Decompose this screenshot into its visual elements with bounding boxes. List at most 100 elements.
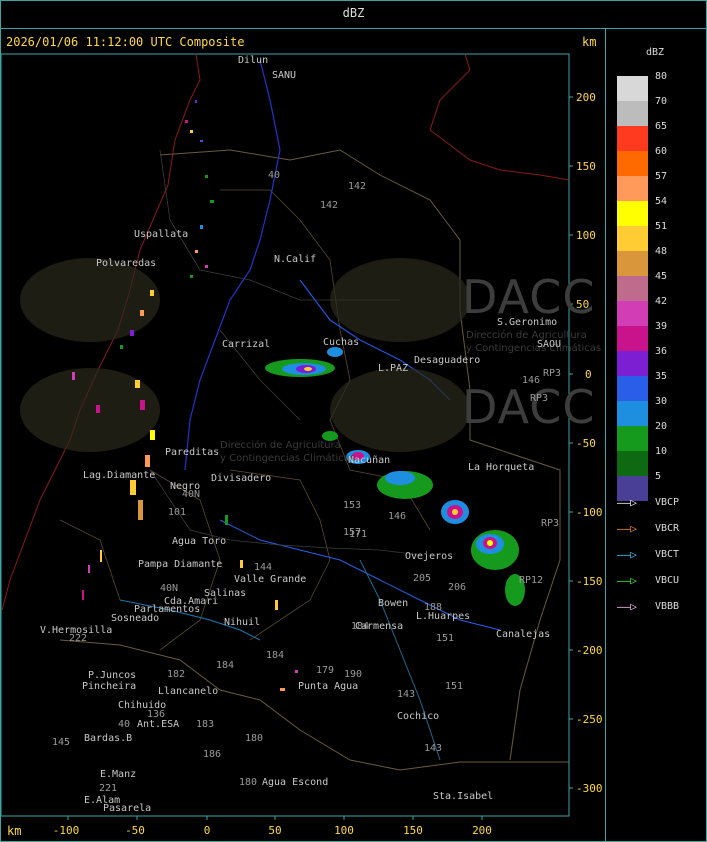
route-number: 40N: [160, 583, 179, 594]
province-border-ne: [429, 53, 570, 181]
x-tick-label: 50: [268, 824, 282, 837]
radar-arrow-icon: ——▷: [617, 574, 637, 587]
place-label: Agua Toro: [172, 536, 227, 547]
x-tick-label: 200: [472, 824, 492, 837]
route-number: 151: [445, 681, 464, 692]
route-number: RP3: [541, 518, 560, 529]
route-number: 146: [388, 511, 407, 522]
legend-level-label: 39: [655, 321, 668, 332]
route-number: 145: [52, 737, 71, 748]
watermark-subtitle: Dirección de Agricultura: [466, 330, 587, 341]
radar-label: VBBB: [655, 601, 680, 612]
route-number: 180: [239, 777, 258, 788]
legend-level-label: 57: [655, 171, 668, 182]
legend-swatch: [617, 251, 648, 276]
legend-level-label: 20: [655, 421, 668, 432]
x-tick-label: -50: [125, 824, 145, 837]
place-label: Sta.Isabel: [433, 791, 494, 802]
x-tick-label: 100: [334, 824, 354, 837]
route-number: 142: [348, 181, 367, 192]
legend-level-label: 10: [655, 446, 668, 457]
legend-swatch: [617, 351, 648, 376]
echo-cluster-la-paz: [265, 347, 343, 377]
route-number: 144: [254, 562, 273, 573]
route-number: 136: [147, 709, 166, 720]
legend-level-label: 54: [655, 196, 668, 207]
place-label: Nacuñan: [348, 455, 391, 466]
y-tick-label: -250: [576, 713, 603, 726]
radar-label: VBCU: [655, 575, 680, 586]
echo-cluster-andes-north: [185, 100, 214, 278]
place-label: Nihuil: [224, 617, 261, 628]
x-axis-unit: km: [7, 824, 22, 838]
route-number: 222: [69, 633, 88, 644]
legend-swatch: [617, 451, 648, 476]
place-label: P.Juncos: [88, 670, 137, 681]
y-tick-label: -100: [576, 506, 603, 519]
place-label: Bowen: [378, 598, 409, 609]
legend-level-label: 42: [655, 296, 668, 307]
route-number: 143: [424, 743, 443, 754]
place-label: Divisadero: [211, 473, 272, 484]
legend-level-label: 70: [655, 96, 668, 107]
radar-label: VBCP: [655, 497, 680, 508]
y-tick-label: 50: [576, 298, 590, 311]
place-label: Pasarela: [103, 803, 152, 814]
place-label: S.Geronimo: [497, 317, 558, 328]
y-tick-label: 200: [576, 91, 596, 104]
route-number: 142: [320, 200, 339, 211]
watermark-logo-2: [330, 258, 470, 342]
legend-swatch: [617, 201, 648, 226]
legend-swatch: [617, 226, 648, 251]
place-label: La Horqueta: [468, 462, 535, 473]
route-number: 188: [424, 602, 443, 613]
legend-swatch: [617, 176, 648, 201]
route-number: 180: [245, 733, 264, 744]
watermark-logo-4: [330, 368, 470, 452]
y-tick-label: 100: [576, 229, 596, 242]
legend-level-label: 65: [655, 121, 668, 132]
place-label: Bardas.B: [84, 733, 133, 744]
x-tick-label: -100: [52, 824, 80, 837]
legend-swatch: [617, 301, 648, 326]
y-axis-unit: km: [582, 35, 597, 49]
legend-swatch: [617, 426, 648, 451]
legend-level-label: 80: [655, 71, 668, 82]
timestamp-header: 2026/01/06 11:12:00 UTC Composite: [6, 35, 245, 49]
x-axis-ticks: [67, 816, 483, 820]
place-label: Cochico: [397, 711, 440, 722]
place-label: Carrizal: [222, 339, 271, 350]
y-axis-ticks: [569, 96, 573, 789]
y-tick-label: 150: [576, 160, 596, 173]
watermark-subtitle: y Contingencias Climáticas: [220, 453, 356, 464]
route-number: 184: [216, 660, 235, 671]
legend-swatch: [617, 276, 648, 301]
place-label: Agua Escond: [262, 777, 329, 788]
place-label: Dilun: [238, 55, 269, 66]
watermark-logo-1: [20, 258, 160, 342]
y-tick-label: -150: [576, 575, 603, 588]
watermark-brand: DACC: [462, 380, 596, 434]
legend-swatch: [617, 101, 648, 126]
radar-arrow-icon: ——▷: [617, 600, 637, 613]
legend-level-label: 5: [655, 471, 662, 482]
place-label: SAOU: [537, 339, 562, 350]
route-number: 40N: [182, 489, 201, 500]
place-label: Valle Grande: [234, 574, 307, 585]
place-label: E.Manz: [100, 769, 137, 780]
river-mendoza: [184, 59, 281, 471]
legend-swatch: [617, 401, 648, 426]
watermark-subtitle: y Contingencias Climáticas: [466, 343, 602, 354]
watermark-subtitle: Dirección de Agricultura: [220, 440, 341, 451]
route-number: RP3: [530, 393, 549, 404]
x-tick-label: 150: [403, 824, 423, 837]
radar-label: VBCR: [655, 523, 680, 534]
radar-arrow-icon: ——▷: [617, 522, 637, 535]
route-number: 157: [343, 527, 362, 538]
legend-level-label: 45: [655, 271, 668, 282]
y-tick-label: -300: [576, 782, 603, 795]
place-label: SANU: [272, 70, 297, 81]
legend-title: dBZ: [646, 47, 665, 58]
route-number: 153: [343, 500, 362, 511]
radar-arrow-icon: ——▷: [617, 496, 637, 509]
